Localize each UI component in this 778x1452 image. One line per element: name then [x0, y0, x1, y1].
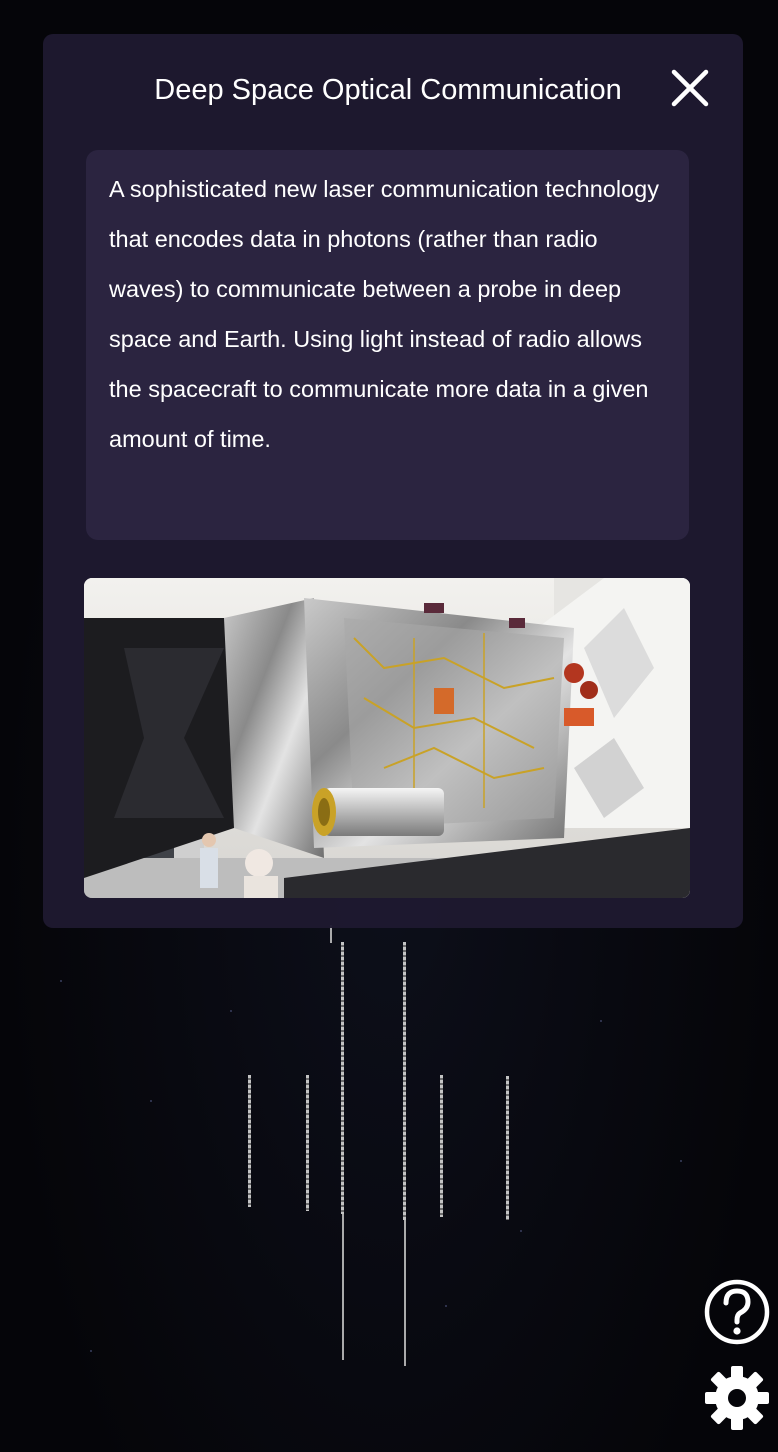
spacecraft-image: [84, 578, 690, 898]
description-text: A sophisticated new laser communication …: [109, 176, 659, 452]
model-strand: [506, 1076, 509, 1220]
model-strand: [248, 1075, 251, 1207]
model-strand: [341, 942, 344, 1214]
close-icon: [671, 69, 709, 107]
model-strand: [342, 1214, 344, 1360]
star: [90, 1350, 92, 1352]
star: [60, 980, 62, 982]
star: [520, 1230, 522, 1232]
star: [600, 1020, 602, 1022]
description-box: A sophisticated new laser communication …: [86, 150, 689, 540]
spacecraft-photo: [84, 578, 690, 898]
model-strand: [404, 1220, 406, 1366]
model-strand: [440, 1075, 443, 1217]
settings-button[interactable]: [703, 1364, 771, 1432]
help-button[interactable]: [703, 1278, 771, 1346]
star: [150, 1100, 152, 1102]
star: [445, 1305, 447, 1307]
gear-icon: [705, 1366, 769, 1430]
dialog-title: Deep Space Optical Communication: [154, 74, 622, 106]
star: [230, 1010, 232, 1012]
close-button[interactable]: [668, 66, 712, 110]
help-icon: [704, 1279, 770, 1345]
model-strand: [403, 942, 406, 1220]
model-strand: [306, 1075, 309, 1211]
star: [680, 1160, 682, 1162]
